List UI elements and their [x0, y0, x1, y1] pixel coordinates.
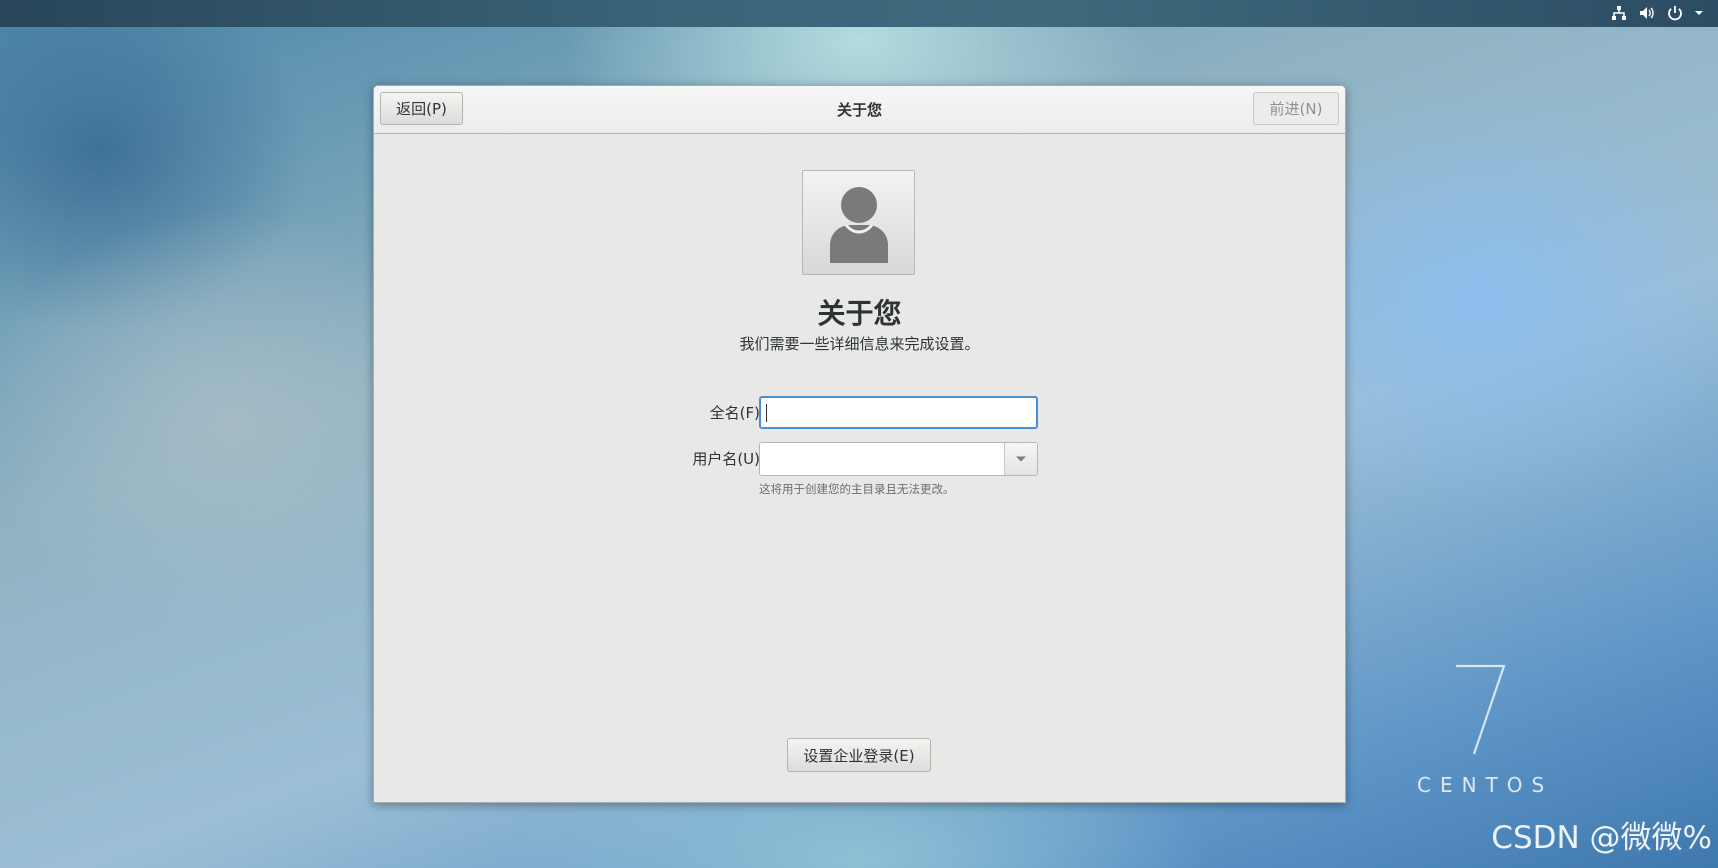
username-input[interactable] — [760, 443, 1005, 475]
watermark-text: CSDN @微微% — [1491, 820, 1712, 856]
avatar-button[interactable] — [802, 170, 915, 275]
username-label: 用户名(U) — [692, 450, 760, 468]
setup-dialog: 关于您 返回(P) 前进(N) 关于您 我们需要一些详细信息来完成设置。 全名(… — [373, 85, 1346, 803]
system-tray[interactable] — [1610, 4, 1704, 22]
username-hint: 这将用于创建您的主目录且无法更改。 — [759, 482, 955, 496]
top-bar — [0, 0, 1718, 27]
chevron-down-icon[interactable] — [1694, 4, 1704, 22]
next-button[interactable]: 前进(N) — [1253, 92, 1339, 125]
username-dropdown-button[interactable] — [1004, 443, 1037, 475]
volume-icon[interactable] — [1638, 4, 1656, 22]
enterprise-login-button[interactable]: 设置企业登录(E) — [787, 738, 931, 772]
text-cursor — [766, 404, 767, 422]
header-title: 关于您 — [836, 101, 882, 119]
centos-wordmark: CENTOS — [1417, 773, 1554, 797]
fullname-label: 全名(F) — [709, 404, 760, 422]
user-avatar-icon — [829, 186, 888, 263]
network-icon[interactable] — [1610, 4, 1628, 22]
back-button[interactable]: 返回(P) — [380, 92, 463, 125]
power-icon[interactable] — [1666, 4, 1684, 22]
page-title: 关于您 — [817, 297, 902, 330]
fullname-input[interactable] — [759, 396, 1038, 429]
chevron-down-icon — [1016, 456, 1026, 462]
username-combobox[interactable] — [759, 442, 1038, 476]
centos-version-mark — [1450, 660, 1510, 760]
page-subtitle: 我们需要一些详细信息来完成设置。 — [739, 335, 980, 353]
header-bar: 关于您 返回(P) 前进(N) — [374, 86, 1345, 134]
